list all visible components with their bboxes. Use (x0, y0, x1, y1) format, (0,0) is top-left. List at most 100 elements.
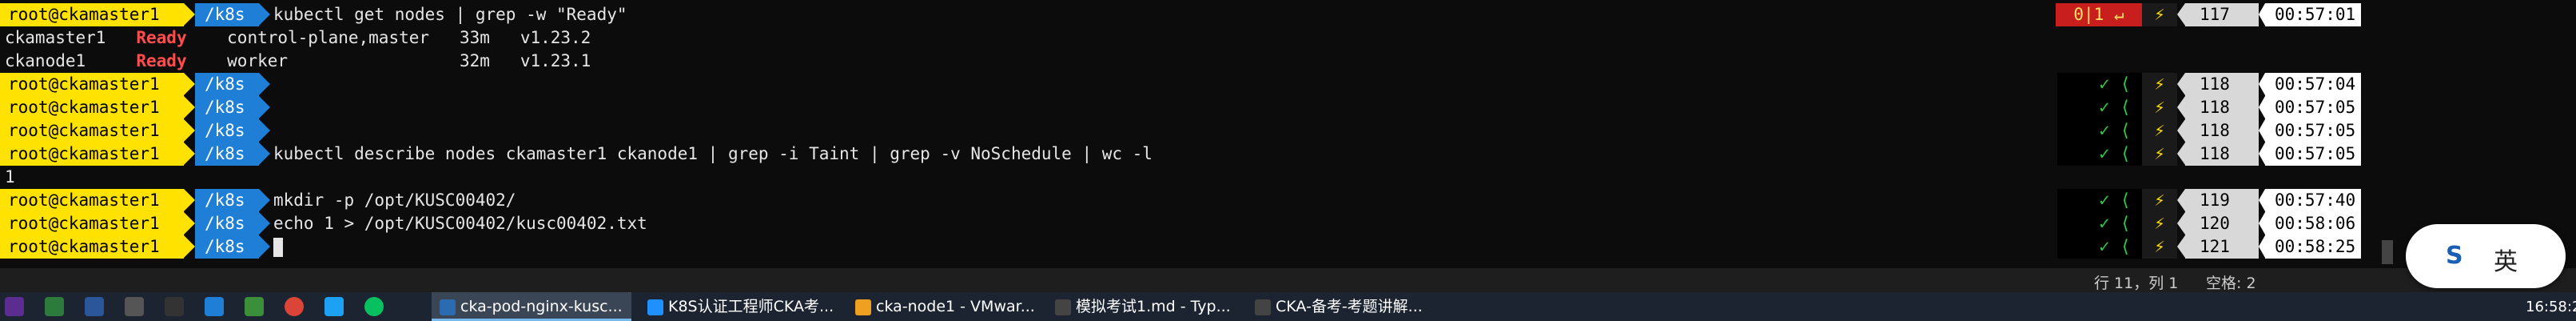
prompt-directory: /k8s (195, 235, 270, 259)
prompt-directory: /k8s (195, 119, 270, 142)
editor-status-bar: 行 11，列 1 空格: 2 (0, 268, 2576, 292)
exit-status-ok: ✓ ⟨ (2057, 212, 2142, 235)
taskbar-window-button[interactable]: CKA-备考-考题讲解... (1247, 292, 1439, 321)
output-line: 1 (0, 166, 2542, 189)
xshell-icon[interactable] (165, 297, 184, 316)
terminal-scrollbar[interactable] (2382, 240, 2393, 264)
prompt-line: root@ckamaster1/k8s ✓ ⟨ ⚡ 121 00:58:25 (0, 235, 2542, 259)
terminal-cursor (273, 238, 283, 257)
prompt-timestamp: 00:58:25 (2259, 235, 2361, 259)
bolt-icon: ⚡ (2142, 189, 2177, 212)
prompt-line: root@ckamaster1/k8s kubectl describe node… (0, 142, 2542, 166)
ime-language-toggle[interactable]: 英 (2494, 242, 2518, 277)
visual-studio-icon[interactable] (5, 297, 24, 316)
taskbar-clock[interactable]: 16:58:29 (2526, 299, 2576, 315)
window-manager-icon[interactable] (125, 297, 144, 316)
app-icon (440, 299, 456, 315)
taskbar-window-label: K8S认证工程师CKA考... (668, 298, 834, 315)
prompt-user-host: root@ckamaster1 (0, 189, 195, 212)
prompt-timestamp: 00:57:05 (2259, 119, 2361, 142)
taskbar: 16:58:29 cka-pod-nginx-kusc... K8S认证工程师CK… (0, 292, 2576, 321)
bolt-icon: ⚡ (2142, 3, 2177, 26)
prompt-user-host: root@ckamaster1 (0, 96, 195, 119)
sogou-logo-icon: S (2446, 242, 2463, 270)
taskbar-window-label: 模拟考试1.md - Typ... (1076, 298, 1231, 315)
command-output: 1 (5, 167, 15, 187)
prompt-directory: /k8s (195, 73, 270, 96)
indentation-setting[interactable]: 空格: 2 (2206, 271, 2256, 293)
ready-status: Ready (136, 51, 187, 70)
command-text: echo 1 > /opt/KUSC00402/kusc00402.txt (273, 214, 647, 233)
prompt-line: root@ckamaster1/k8s echo 1 > /opt/KUSC004… (0, 212, 2542, 235)
history-number: 121 (2177, 235, 2259, 259)
app-icon (1255, 299, 1271, 315)
node-row-text: ckamaster1 Ready control-plane,master 33… (5, 28, 591, 47)
app-icon (855, 299, 871, 315)
ime-toolbar[interactable]: S 英 (2406, 224, 2566, 288)
app-icon (1055, 299, 1071, 315)
bolt-icon: ⚡ (2142, 96, 2177, 119)
command-text: kubectl get nodes | grep -w "Ready" (273, 5, 627, 24)
prompt-directory: /k8s (195, 189, 270, 212)
taskbar-window-button[interactable]: 模拟考试1.md - Typ... (1047, 292, 1239, 321)
history-number: 119 (2177, 189, 2259, 212)
prompt-user-host: root@ckamaster1 (0, 212, 195, 235)
prompt-user-host: root@ckamaster1 (0, 235, 195, 259)
prompt-timestamp: 00:57:05 (2259, 142, 2361, 166)
prompt-line: root@ckamaster1/k8s kubectl get nodes | g… (0, 3, 2542, 26)
bolt-icon: ⚡ (2142, 235, 2177, 259)
prompt-directory: /k8s (195, 96, 270, 119)
exit-status-ok: ✓ ⟨ (2057, 189, 2142, 212)
prompt-line: root@ckamaster1/k8s mkdir -p /opt/KUSC004… (0, 189, 2542, 212)
prompt-directory: /k8s (195, 3, 270, 26)
output-line: ckamaster1 Ready control-plane,master 33… (0, 26, 2542, 50)
network-tool-icon[interactable] (205, 297, 224, 316)
taskbar-window-button[interactable]: cka-node1 - VMwar... (847, 292, 1039, 321)
prompt-timestamp: 00:57:01 (2259, 3, 2361, 26)
prompt-user-host: root@ckamaster1 (0, 119, 195, 142)
prompt-timestamp: 00:57:40 (2259, 189, 2361, 212)
exit-status-error: 0|1 ↵ (2056, 3, 2142, 26)
chrome-icon[interactable] (285, 297, 304, 316)
prompt-directory: /k8s (195, 212, 270, 235)
exit-status-ok: ✓ ⟨ (2057, 142, 2142, 166)
prompt-timestamp: 00:58:06 (2259, 212, 2361, 235)
command-text: kubectl describe nodes ckamaster1 ckanod… (273, 144, 1153, 163)
taskbar-window-label: cka-node1 - VMwar... (876, 298, 1035, 315)
bolt-icon: ⚡ (2142, 119, 2177, 142)
wechat-icon[interactable] (364, 297, 384, 316)
taskbar-window-button[interactable]: cka-pod-nginx-kusc... (432, 292, 631, 321)
ready-status: Ready (136, 28, 187, 47)
history-number: 118 (2177, 73, 2259, 96)
exit-status-ok: ✓ ⟨ (2057, 119, 2142, 142)
exit-status-ok: ✓ ⟨ (2057, 73, 2142, 96)
node-row-text: ckanode1 Ready worker 32m v1.23.1 (5, 51, 591, 70)
prompt-timestamp: 00:57:04 (2259, 73, 2361, 96)
taskbar-window-label: CKA-备考-考题讲解... (1276, 298, 1423, 315)
cursor-position[interactable]: 行 11，列 1 (2094, 271, 2178, 293)
bolt-icon: ⚡ (2142, 73, 2177, 96)
exit-status-ok: ✓ ⟨ (2057, 235, 2142, 259)
prompt-user-host: root@ckamaster1 (0, 142, 195, 166)
history-number: 118 (2177, 119, 2259, 142)
command-text (273, 235, 283, 259)
prompt-line: root@ckamaster1/k8s ✓ ⟨ ⚡ 118 00:57:05 (0, 96, 2542, 119)
prompt-user-host: root@ckamaster1 (0, 73, 195, 96)
history-number: 118 (2177, 142, 2259, 166)
history-number: 117 (2177, 3, 2259, 26)
terminal-app-icon[interactable] (45, 297, 64, 316)
chat-app-icon[interactable] (324, 297, 344, 316)
command-text: mkdir -p /opt/KUSC00402/ (273, 191, 516, 210)
bolt-icon: ⚡ (2142, 212, 2177, 235)
exit-status-ok: ✓ ⟨ (2057, 96, 2142, 119)
sheet-app-icon[interactable] (245, 297, 264, 316)
bolt-icon: ⚡ (2142, 142, 2177, 166)
word-icon[interactable] (85, 297, 104, 316)
prompt-line: root@ckamaster1/k8s ✓ ⟨ ⚡ 118 00:57:04 (0, 73, 2542, 96)
prompt-directory: /k8s (195, 142, 270, 166)
history-number: 120 (2177, 212, 2259, 235)
output-line: ckanode1 Ready worker 32m v1.23.1 (0, 50, 2542, 73)
taskbar-window-button[interactable]: K8S认证工程师CKA考... (639, 292, 839, 321)
terminal-window[interactable]: root@ckamaster1/k8s kubectl get nodes | g… (0, 0, 2542, 268)
prompt-user-host: root@ckamaster1 (0, 3, 195, 26)
